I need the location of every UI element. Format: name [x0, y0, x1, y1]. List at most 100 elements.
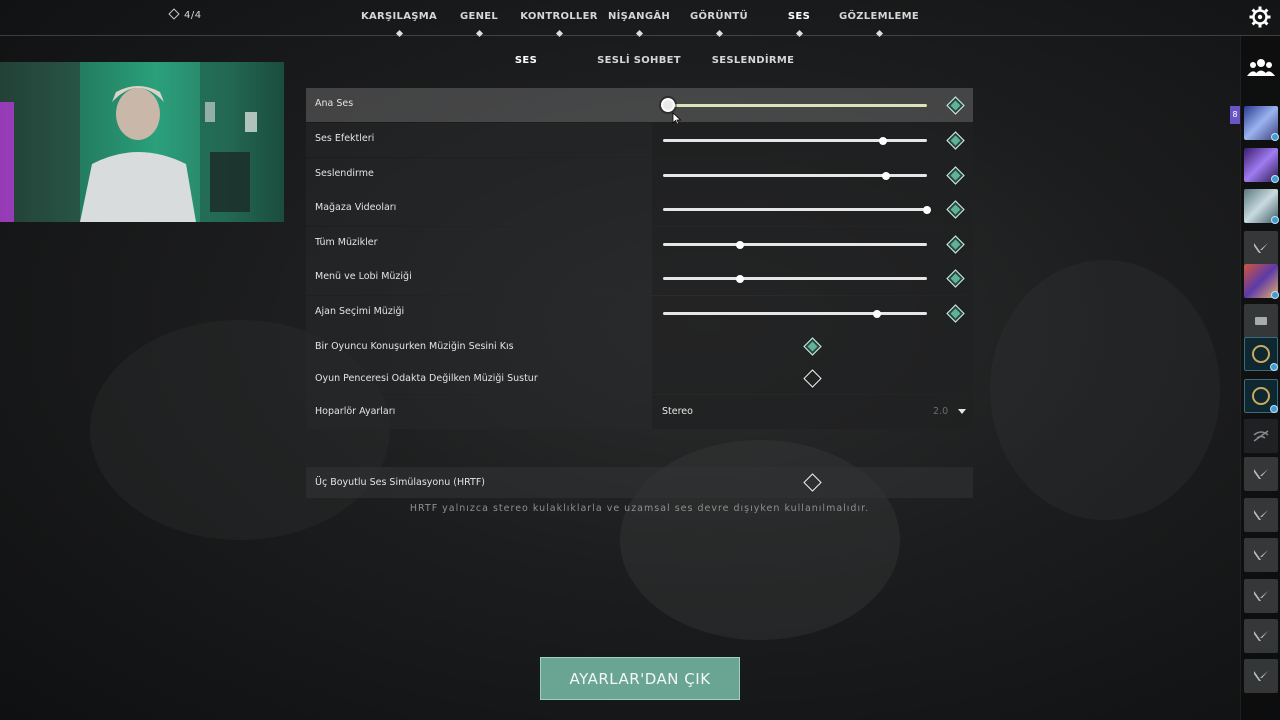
tab-indicator-dot: [475, 29, 484, 38]
slider-thumb[interactable]: [735, 274, 744, 283]
valorant-friend-tile[interactable]: [1244, 231, 1278, 265]
party-member-card[interactable]: [1244, 106, 1279, 141]
party-member-card[interactable]: [1244, 189, 1279, 224]
seslendirme-slider[interactable]: [663, 171, 927, 180]
toggle-diamond-off[interactable]: [803, 473, 822, 492]
social-sidebar: [1240, 36, 1280, 720]
tab-goruntu[interactable]: GÖRÜNTÜ: [690, 11, 748, 22]
tab-genel[interactable]: GENEL: [460, 11, 498, 22]
setting-row-ses-efektleri: Ses Efektleri: [306, 123, 973, 157]
setting-row-magaza-videolari: Mağaza Videoları: [306, 192, 973, 226]
setting-label: Hoparlör Ayarları: [315, 406, 396, 417]
mute-toggle-diamond[interactable]: [946, 96, 965, 115]
party-counter-text: 4/4: [184, 10, 202, 21]
subtab-sesli-sohbet[interactable]: SESLİ SOHBET: [597, 55, 681, 66]
tab-ses[interactable]: SES: [788, 11, 810, 22]
status-badge: [1270, 405, 1278, 413]
wifi-off-icon: [1253, 430, 1269, 442]
setting-row-hoparlor: Hoparlör Ayarları Stereo 2.0: [306, 395, 973, 429]
slider-thumb[interactable]: [879, 136, 888, 145]
offline-friend-tile[interactable]: [1244, 419, 1278, 453]
tab-indicator-dot: [635, 29, 644, 38]
subtab-seslendirme[interactable]: SESLENDİRME: [712, 55, 795, 66]
valorant-friend-tile[interactable]: [1244, 457, 1278, 491]
chevron-down-icon[interactable]: [958, 409, 966, 414]
tab-indicator-dot: [555, 29, 564, 38]
status-badge: [1271, 291, 1279, 299]
setting-label: Seslendirme: [315, 168, 374, 179]
tab-indicator-dot: [795, 29, 804, 38]
diamond-icon: [168, 8, 180, 20]
streamer-camera-image: [0, 62, 284, 222]
league-friend-card[interactable]: [1244, 379, 1278, 413]
valorant-logo-icon: [1254, 671, 1268, 681]
ana-ses-slider[interactable]: [661, 98, 927, 112]
speaker-channel-text: 2.0: [933, 406, 949, 417]
valorant-logo-icon: [1254, 591, 1268, 601]
friend-card[interactable]: [1244, 264, 1279, 299]
setting-label: Menü ve Lobi Müziği: [315, 271, 412, 282]
exit-settings-button[interactable]: AYARLAR'DAN ÇIK: [540, 657, 740, 700]
setting-row-muzik-kis: Bir Oyuncu Konuşurken Müziğin Sesini Kıs: [306, 330, 973, 362]
tab-kontroller[interactable]: KONTROLLER: [520, 11, 597, 22]
menu-lobi-muzigi-slider[interactable]: [663, 274, 927, 283]
setting-label: Tüm Müzikler: [315, 237, 378, 248]
setting-row-ana-ses: Ana Ses: [306, 88, 973, 122]
status-badge: [1271, 216, 1279, 224]
setting-control-area: [652, 395, 973, 429]
webcam-overlay: [0, 62, 284, 222]
valorant-logo-icon: [1254, 469, 1268, 479]
riot-fist-icon: [1255, 317, 1267, 325]
tab-gozlemleme[interactable]: GÖZLEMLEME: [839, 11, 919, 22]
setting-label: Ses Efektleri: [315, 133, 375, 144]
magaza-videolari-slider[interactable]: [663, 205, 931, 214]
slider-thumb[interactable]: [882, 171, 891, 180]
setting-row-hrtf: Üç Boyutlu Ses Simülasyonu (HRTF): [306, 467, 973, 498]
valorant-friend-tile[interactable]: [1244, 579, 1278, 613]
setting-label: Ana Ses: [315, 98, 354, 109]
setting-label: Bir Oyuncu Konuşurken Müziğin Sesini Kıs: [315, 341, 514, 352]
ajan-secimi-muzigi-slider[interactable]: [663, 309, 927, 318]
valorant-friend-tile[interactable]: [1244, 619, 1278, 653]
valorant-logo-icon: [1254, 510, 1268, 520]
status-badge: [1271, 175, 1279, 183]
tab-nisangah[interactable]: NİŞANGÂH: [608, 11, 670, 22]
status-badge: [1270, 363, 1278, 371]
setting-row-menu-lobi-muzigi: Menü ve Lobi Müziği: [306, 261, 973, 295]
top-navigation-bar: 4/4 KARŞILAŞMA GENEL KONTROLLER NİŞANGÂH…: [0, 0, 1280, 38]
valorant-logo-icon: [1254, 631, 1268, 641]
party-member-card[interactable]: [1244, 148, 1279, 183]
speaker-select-value[interactable]: Stereo: [662, 406, 693, 417]
party-size-tag: 8: [1230, 106, 1240, 124]
setting-label: Mağaza Videoları: [315, 202, 397, 213]
gear-icon[interactable]: [1248, 5, 1272, 29]
setting-label: Ajan Seçimi Müziği: [315, 306, 405, 317]
subtab-ses[interactable]: SES: [515, 55, 537, 66]
tab-indicator-dot: [875, 29, 884, 38]
valorant-friend-tile[interactable]: [1244, 498, 1278, 532]
status-badge: [1271, 133, 1279, 141]
setting-label: Oyun Penceresi Odakta Değilken Müziği Su…: [315, 373, 538, 384]
setting-row-seslendirme: Seslendirme: [306, 158, 973, 192]
setting-row-tum-muzikler: Tüm Müzikler: [306, 227, 973, 261]
league-friend-card[interactable]: [1244, 337, 1278, 371]
valorant-friend-tile[interactable]: [1244, 538, 1278, 572]
slider-thumb[interactable]: [735, 240, 744, 249]
slider-thumb[interactable]: [661, 98, 676, 112]
tab-karsilasma[interactable]: KARŞILAŞMA: [361, 11, 437, 22]
slider-thumb[interactable]: [923, 205, 931, 214]
ses-efektleri-slider[interactable]: [663, 136, 927, 145]
friends-icon[interactable]: [1244, 50, 1278, 84]
setting-row-muzik-sustur: Oyun Penceresi Odakta Değilken Müziği Su…: [306, 362, 973, 394]
valorant-logo-icon: [1254, 550, 1268, 560]
tab-indicator-dot: [395, 29, 404, 38]
valorant-friend-tile[interactable]: [1244, 659, 1278, 693]
valorant-logo-icon: [1254, 243, 1268, 253]
tab-indicator-dot: [715, 29, 724, 38]
slider-thumb[interactable]: [872, 309, 881, 318]
setting-label: Üç Boyutlu Ses Simülasyonu (HRTF): [315, 477, 486, 488]
party-counter: 4/4: [168, 8, 202, 21]
tum-muzikler-slider[interactable]: [663, 240, 927, 249]
setting-row-ajan-secimi-muzigi: Ajan Seçimi Müziği: [306, 296, 973, 330]
riot-friend-tile[interactable]: [1244, 304, 1278, 338]
